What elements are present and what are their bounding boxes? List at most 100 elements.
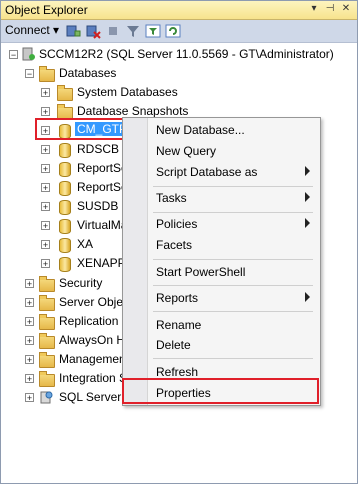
menu-item-label: Rename <box>156 318 202 332</box>
tree-node-database[interactable]: + XA <box>1 235 121 253</box>
folder-icon <box>39 371 55 387</box>
expand-icon[interactable]: + <box>25 298 34 308</box>
database-icon <box>59 219 71 234</box>
menu-item-label: New Database... <box>156 123 245 137</box>
expand-icon[interactable]: + <box>25 374 34 384</box>
menu-separator <box>153 212 313 213</box>
menu-item-policies[interactable]: Policies <box>123 214 320 234</box>
tree-node-system-databases[interactable]: + System Databases <box>1 83 357 101</box>
folder-icon <box>39 314 55 330</box>
menu-item-delete[interactable]: Delete <box>123 335 320 355</box>
menu-item-new-database[interactable]: New Database... <box>123 120 320 140</box>
expand-icon[interactable]: + <box>41 183 50 193</box>
expand-icon[interactable]: + <box>41 88 50 98</box>
tree-node-label: System Databases <box>77 85 178 99</box>
connect-object-explorer-icon[interactable] <box>65 23 81 39</box>
menu-item-new-query[interactable]: New Query <box>123 141 320 161</box>
sql-agent-icon <box>40 391 53 404</box>
disconnect-icon[interactable] <box>85 23 101 39</box>
expand-icon[interactable]: + <box>41 164 50 174</box>
tree-node-security[interactable]: + Security <box>1 274 121 292</box>
tree-node-databases[interactable]: − Databases <box>1 64 357 82</box>
tree-node-database[interactable]: + RDSCB <box>1 140 121 158</box>
menu-item-start-powershell[interactable]: Start PowerShell <box>123 262 320 282</box>
filter-settings-icon[interactable] <box>145 23 161 39</box>
tree-node-database[interactable]: + VirtualMa <box>1 216 127 234</box>
tree-node-label: AlwaysOn H <box>59 333 126 347</box>
tree-node-replication[interactable]: + Replication <box>1 312 121 330</box>
tree-node-alwayson[interactable]: + AlwaysOn H <box>1 331 125 349</box>
tree-node-sql-server-agent[interactable]: + SQL Server A <box>1 388 132 406</box>
tree-node-label: SUSDB <box>77 199 119 213</box>
tree-node-label: Integration S <box>59 371 128 385</box>
object-explorer-window: Object Explorer ▾ ⊣ ✕ Connect ▾ − SCCM12… <box>0 0 358 484</box>
database-icon <box>59 200 71 215</box>
expand-icon[interactable]: + <box>25 336 34 346</box>
expand-icon[interactable]: + <box>41 145 50 155</box>
refresh-icon[interactable] <box>165 23 181 39</box>
tree-node-label: VirtualMa <box>77 218 128 232</box>
stop-icon[interactable] <box>105 23 121 39</box>
menu-separator <box>153 285 313 286</box>
database-icon <box>59 238 71 253</box>
menu-separator <box>153 186 313 187</box>
collapse-icon[interactable]: − <box>9 50 18 60</box>
menu-item-reports[interactable]: Reports <box>123 288 320 308</box>
tree-node-label: Databases <box>59 66 117 80</box>
menu-separator <box>153 358 313 359</box>
expand-icon[interactable]: + <box>25 279 34 289</box>
database-icon <box>59 257 71 272</box>
expand-icon[interactable]: + <box>41 202 50 212</box>
tree-node-label: ReportSe <box>77 180 128 194</box>
expand-icon[interactable]: + <box>41 107 50 117</box>
auto-hide-pin-icon[interactable]: ⊣ <box>323 2 337 16</box>
filter-icon[interactable] <box>125 23 141 39</box>
submenu-arrow-icon <box>305 292 310 302</box>
connect-button[interactable]: Connect ▾ <box>5 23 59 37</box>
tree-node-label: SQL Server A <box>59 390 132 404</box>
tree-node-label: XENAPP <box>77 256 126 270</box>
folder-icon <box>39 352 55 368</box>
menu-item-label: Tasks <box>156 191 187 205</box>
tree-node-integration-services[interactable]: + Integration S <box>1 369 127 387</box>
expand-icon[interactable]: + <box>25 317 34 327</box>
expand-icon[interactable]: + <box>25 355 34 365</box>
tree-node-label: RDSCB <box>77 142 120 156</box>
close-icon[interactable]: ✕ <box>339 2 353 16</box>
expand-icon[interactable]: + <box>41 240 50 250</box>
database-icon <box>59 162 71 177</box>
tree-node-database[interactable]: + ReportSe <box>1 178 128 196</box>
folder-icon <box>39 66 55 82</box>
tree-node-label: Replication <box>59 314 119 328</box>
tree-node-server-objects[interactable]: + Server Objec <box>1 293 129 311</box>
tree-node-label: SCCM12R2 (SQL Server 11.0.5569 - GT\Admi… <box>39 47 334 61</box>
collapse-icon[interactable]: − <box>25 69 34 79</box>
tree-node-database[interactable]: + XENAPP <box>1 254 126 272</box>
tree-node-label: Server Objec <box>59 295 130 309</box>
toolbar: Connect ▾ <box>1 20 357 43</box>
window-title: Object Explorer <box>5 3 88 17</box>
menu-item-label: Reports <box>156 291 199 305</box>
submenu-arrow-icon <box>305 218 310 228</box>
tree-node-database[interactable]: + SUSDB <box>1 197 121 215</box>
tree-node-label: Security <box>59 276 103 290</box>
menu-item-tasks[interactable]: Tasks <box>123 188 320 208</box>
window-position-icon[interactable]: ▾ <box>307 2 321 16</box>
menu-separator <box>153 259 313 260</box>
folder-icon <box>57 85 73 101</box>
tree-node-label: XA <box>77 237 94 251</box>
menu-item-facets[interactable]: Facets <box>123 235 320 255</box>
menu-item-rename[interactable]: Rename <box>123 315 320 335</box>
tree-node-management[interactable]: + Managemen <box>1 350 126 368</box>
menu-item-label: New Query <box>156 144 217 158</box>
expand-icon[interactable]: + <box>25 393 34 403</box>
expand-icon[interactable]: + <box>41 259 50 269</box>
expand-icon[interactable]: + <box>41 221 50 231</box>
submenu-arrow-icon <box>305 192 310 202</box>
menu-item-script-database-as[interactable]: Script Database as <box>123 162 320 182</box>
menu-item-label: Facets <box>156 238 193 252</box>
tree-node-database[interactable]: + ReportSe <box>1 159 128 177</box>
tree-node-server[interactable]: − SCCM12R2 (SQL Server 11.0.5569 - GT\Ad… <box>1 45 357 63</box>
title-bar: Object Explorer ▾ ⊣ ✕ <box>1 1 357 20</box>
folder-icon <box>39 276 55 292</box>
